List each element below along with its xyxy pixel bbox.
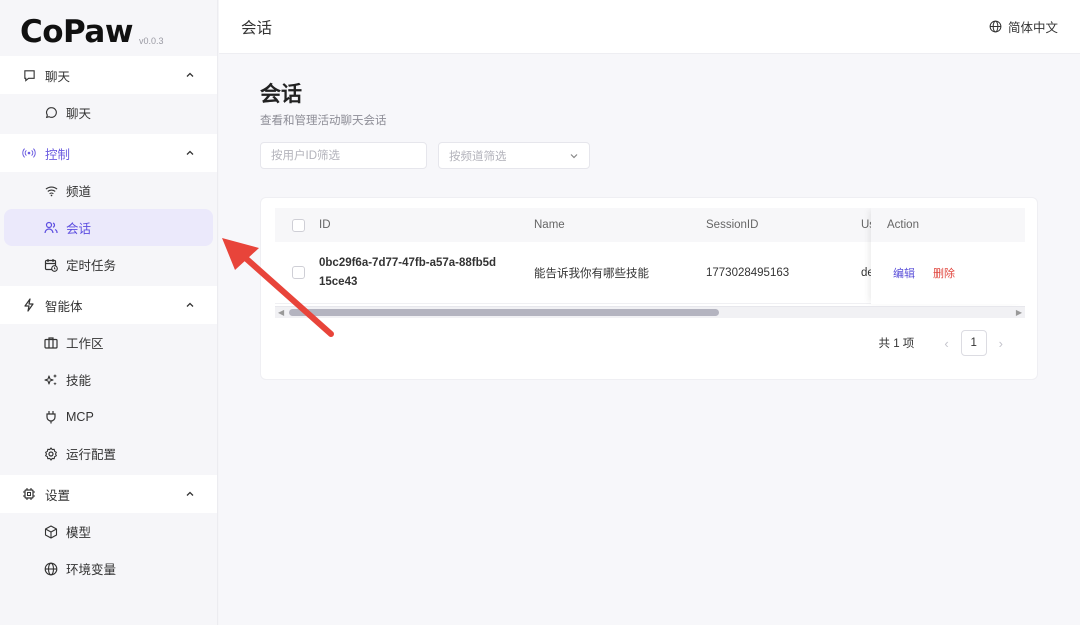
channel-filter-placeholder: 按频道筛选 — [449, 150, 507, 163]
calendar-clock-icon — [44, 258, 58, 272]
sessions-table: ID Name SessionID Us 0bc29f6a-7d77-47fb-… — [275, 208, 1025, 308]
broadcast-icon — [22, 146, 36, 160]
sidebar-group-label: 控制 — [45, 147, 71, 162]
sessions-table-card: ID Name SessionID Us 0bc29f6a-7d77-47fb-… — [260, 197, 1038, 380]
user-id-filter-input[interactable] — [260, 142, 427, 169]
app-logo[interactable]: CoPaw — [20, 17, 134, 48]
sidebar-item-label: 会话 — [66, 222, 92, 236]
chat-circle-icon — [44, 106, 58, 120]
sidebar: CoPaw v0.0.3 聊天 聊天 控制 频道 会话 定时任务 智能体 工作区… — [0, 0, 218, 625]
plug-icon — [44, 410, 58, 424]
column-header-action: Action — [871, 208, 1025, 242]
sparkles-icon — [44, 373, 58, 387]
sidebar-group-label: 智能体 — [45, 299, 83, 314]
cube-icon — [44, 524, 58, 539]
chevron-up-icon — [186, 150, 194, 155]
row-checkbox[interactable] — [292, 266, 305, 279]
sidebar-group-agent[interactable]: 智能体 — [0, 286, 217, 324]
sidebar-group-control[interactable]: 控制 — [0, 134, 217, 172]
sidebar-item-label: 频道 — [66, 185, 92, 199]
scroll-left-icon[interactable]: ◀ — [278, 308, 284, 317]
scroll-right-icon[interactable]: ▶ — [1016, 308, 1022, 317]
sidebar-item-label: 技能 — [66, 374, 92, 388]
sidebar-group-chat[interactable]: 聊天 — [0, 56, 217, 94]
briefcase-icon — [44, 336, 58, 350]
chevron-up-icon — [186, 491, 194, 496]
sidebar-item-scheduled-tasks[interactable]: 定时任务 — [0, 246, 217, 283]
chevron-up-icon — [186, 72, 194, 77]
sidebar-group-settings[interactable]: 设置 — [0, 475, 217, 513]
chevron-down-icon — [570, 153, 578, 158]
sidebar-item-sessions[interactable]: 会话 — [4, 209, 213, 246]
next-page-icon[interactable]: › — [999, 336, 1003, 351]
row-name: 能告诉我你有哪些技能 — [534, 267, 649, 280]
globe-icon — [989, 20, 1002, 33]
language-switcher[interactable]: 简体中文 — [989, 17, 1058, 36]
sidebar-item-label: 运行配置 — [66, 448, 117, 462]
pagination-total: 共 1 项 — [878, 338, 915, 350]
pagination: 共 1 项 ‹ 1 › — [879, 330, 1015, 356]
page-number-button[interactable]: 1 — [960, 330, 987, 356]
row-actions: 编辑 删除 — [871, 242, 1025, 304]
chevron-up-icon — [186, 302, 194, 307]
globe-icon — [44, 562, 58, 576]
page-title: 会话 — [260, 83, 302, 106]
app-version: v0.0.3 — [139, 36, 164, 46]
sidebar-group-label: 设置 — [45, 488, 71, 503]
sidebar-item-label: 模型 — [66, 526, 92, 540]
chat-bubble-icon — [22, 68, 36, 82]
sidebar-item-skills[interactable]: 技能 — [0, 361, 217, 398]
column-header-session-id[interactable]: SessionID — [706, 208, 758, 242]
page-subtitle: 查看和管理活动聊天会话 — [260, 115, 387, 127]
row-session-id: 1773028495163 — [706, 266, 790, 279]
language-label: 简体中文 — [1007, 21, 1058, 35]
channel-filter-select[interactable]: 按频道筛选 — [438, 142, 590, 169]
action-column: Action 编辑 删除 — [871, 208, 1025, 304]
lightning-icon — [22, 298, 36, 312]
main-content: 会话 查看和管理活动聊天会话 按频道筛选 ID Name SessionID U… — [219, 54, 1080, 625]
sidebar-item-label: 环境变量 — [66, 563, 117, 577]
sidebar-item-env-vars[interactable]: 环境变量 — [0, 550, 217, 587]
users-icon — [44, 221, 58, 235]
gear-icon — [44, 446, 58, 461]
sidebar-item-channels[interactable]: 频道 — [0, 172, 217, 209]
row-id: 0bc29f6a-7d77-47fb-a57a-88fb5d15ce43 — [319, 256, 497, 288]
column-header-id[interactable]: ID — [319, 208, 331, 242]
sidebar-item-chat[interactable]: 聊天 — [0, 94, 217, 131]
sidebar-item-mcp[interactable]: MCP — [0, 398, 217, 435]
prev-page-icon[interactable]: ‹ — [944, 336, 948, 351]
select-all-checkbox[interactable] — [292, 218, 305, 232]
sidebar-item-runtime-config[interactable]: 运行配置 — [0, 435, 217, 472]
horizontal-scrollbar[interactable]: ◀ ▶ — [275, 306, 1025, 318]
sidebar-item-workspace[interactable]: 工作区 — [0, 324, 217, 361]
header-title: 会话 — [241, 19, 273, 37]
sidebar-item-label: 聊天 — [66, 107, 92, 121]
top-bar: 会话 简体中文 — [219, 0, 1080, 54]
logo-area: CoPaw v0.0.3 — [0, 0, 217, 56]
edit-link[interactable]: 编辑 — [893, 265, 915, 281]
delete-link[interactable]: 删除 — [933, 265, 955, 281]
scroll-thumb[interactable] — [289, 309, 719, 316]
column-header-name[interactable]: Name — [534, 208, 565, 242]
wifi-icon — [44, 184, 58, 198]
sidebar-item-label: MCP — [66, 409, 94, 424]
chip-icon — [22, 487, 36, 501]
sidebar-group-label: 聊天 — [45, 69, 71, 84]
sidebar-item-label: 定时任务 — [66, 259, 117, 273]
sidebar-item-label: 工作区 — [66, 337, 104, 351]
sidebar-item-models[interactable]: 模型 — [0, 513, 217, 550]
